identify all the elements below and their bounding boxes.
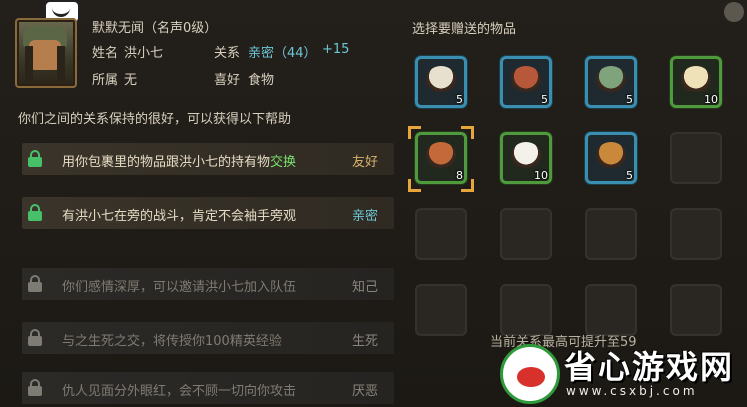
locked-lock-icon xyxy=(28,379,42,397)
meat-stew-bowl-icon xyxy=(511,66,541,92)
npc-hobby-value: 食物 xyxy=(248,73,275,88)
gift-slot-empty[interactable] xyxy=(500,208,552,260)
rice-bowl-icon xyxy=(511,142,541,168)
benefit-row-battle-help[interactable]: 有洪小七在旁的战斗，肯定不会袖手旁观 亲密 xyxy=(22,197,394,229)
watermark-url: www.csxbj.com xyxy=(566,384,698,398)
benefit-row-exchange[interactable]: 用你包裹里的物品跟洪小七的持有物交换 友好 xyxy=(22,143,394,175)
vegetable-soup-bowl-icon xyxy=(596,66,626,92)
npc-relation-panel: 默默无闻（名声0级） 姓名 洪小七 关系 亲密（44） +15 所属 无 喜好 … xyxy=(0,0,747,407)
skewer-plate-icon xyxy=(596,142,626,168)
item-count: 5 xyxy=(626,169,633,182)
gift-slot-empty[interactable] xyxy=(585,284,637,336)
npc-faction-value: 无 xyxy=(124,73,138,88)
npc-name-label: 姓名 xyxy=(92,46,119,61)
benefit-level: 厌恶 xyxy=(351,384,378,399)
gift-slot-skewer-plate[interactable]: 5 xyxy=(585,132,637,184)
benefit-text: 有洪小七在旁的战斗，肯定不会袖手旁观 xyxy=(62,209,297,224)
relation-description: 你们之间的关系保持的很好，可以获得以下帮助 xyxy=(18,112,292,127)
settings-gear-icon[interactable] xyxy=(724,2,744,22)
benefit-level: 知己 xyxy=(351,280,378,295)
gift-slot-rice-bowl[interactable]: 10 xyxy=(500,132,552,184)
gift-slot-empty[interactable] xyxy=(670,208,722,260)
benefit-text: 用你包裹里的物品跟洪小七的持有物交换 xyxy=(62,155,297,170)
egg-noodle-bowl-icon xyxy=(426,66,456,92)
npc-relation-bonus: +15 xyxy=(322,42,350,57)
benefit-level: 亲密 xyxy=(351,209,378,224)
benefit-text: 与之生死之交，将传授你100精英经验 xyxy=(62,334,282,349)
npc-hobby-label: 喜好 xyxy=(214,73,241,88)
gift-panel-title: 选择要赠送的物品 xyxy=(412,22,517,37)
gift-slot-empty[interactable] xyxy=(670,132,722,184)
steamed-buns-icon xyxy=(681,66,711,92)
gift-slot-meat-stew-bowl[interactable]: 5 xyxy=(500,56,552,108)
locked-lock-icon xyxy=(28,275,42,293)
locked-lock-icon xyxy=(28,329,42,347)
unlocked-lock-icon xyxy=(28,204,42,222)
benefit-text: 仇人见面分外眼红，会不顾一切向你攻击 xyxy=(62,384,297,399)
item-count: 10 xyxy=(534,169,548,182)
benefit-row-teach-exp[interactable]: 与之生死之交，将传授你100精英经验 生死 xyxy=(22,322,394,354)
unlocked-lock-icon xyxy=(28,150,42,168)
watermark-title: 省心游戏网 xyxy=(564,348,735,386)
benefit-text: 你们感情深厚，可以邀请洪小七加入队伍 xyxy=(62,280,297,295)
gift-slot-empty[interactable] xyxy=(585,208,637,260)
gift-slot-empty[interactable] xyxy=(415,208,467,260)
item-count: 5 xyxy=(456,93,463,106)
npc-name-value: 洪小七 xyxy=(124,46,164,61)
npc-reputation-title: 默默无闻（名声0级） xyxy=(92,21,218,36)
item-count: 5 xyxy=(541,93,548,106)
npc-relation-label: 关系 xyxy=(214,46,241,61)
benefit-level: 友好 xyxy=(351,155,378,170)
item-count: 10 xyxy=(704,93,718,106)
gift-slot-empty[interactable] xyxy=(500,284,552,336)
npc-relation-value: 亲密（44） xyxy=(248,46,317,61)
crab-logo-icon xyxy=(500,344,560,404)
gift-slot-steamed-buns[interactable]: 10 xyxy=(670,56,722,108)
benefit-row-hostile[interactable]: 仇人见面分外眼红，会不顾一切向你攻击 厌恶 xyxy=(22,372,394,404)
gift-slot-empty[interactable] xyxy=(415,284,467,336)
gift-slot-egg-noodle-bowl[interactable]: 5 xyxy=(415,56,467,108)
benefit-row-join-party[interactable]: 你们感情深厚，可以邀请洪小七加入队伍 知己 xyxy=(22,268,394,300)
selected-slot-highlight xyxy=(408,126,474,192)
gift-slot-empty[interactable] xyxy=(670,284,722,336)
site-watermark: 省心游戏网 www.csxbj.com xyxy=(500,342,747,407)
npc-avatar xyxy=(15,18,77,88)
benefit-level: 生死 xyxy=(351,334,378,349)
item-count: 5 xyxy=(626,93,633,106)
npc-faction-label: 所属 xyxy=(92,73,119,88)
gift-slot-vegetable-soup-bowl[interactable]: 5 xyxy=(585,56,637,108)
